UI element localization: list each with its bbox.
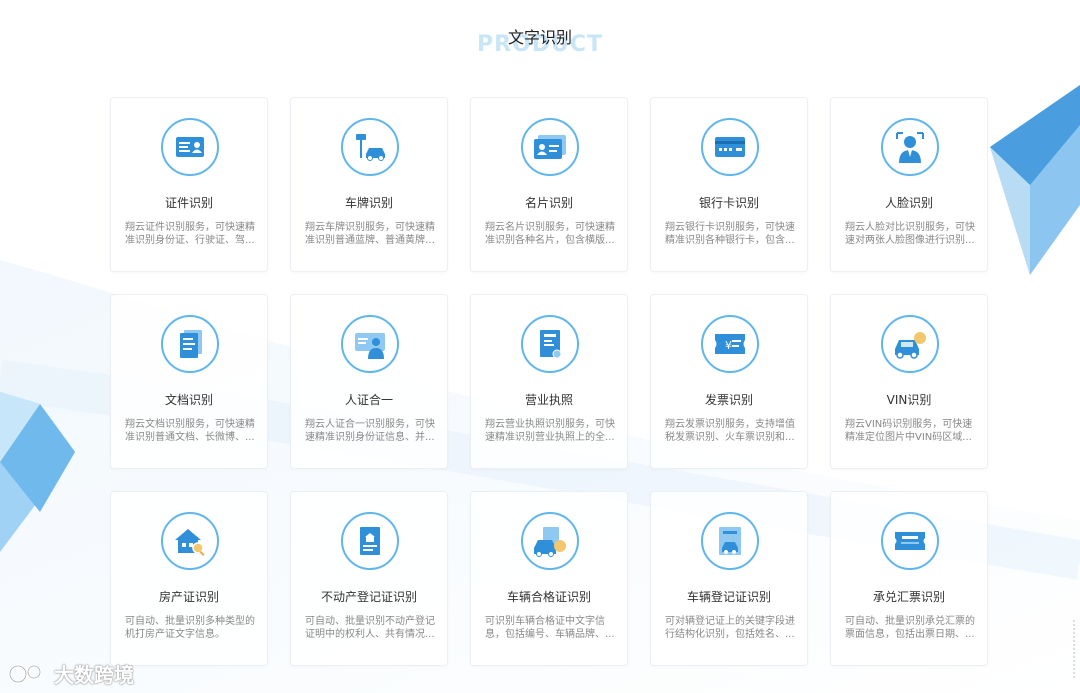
card-title: 房产证识别 (158, 590, 219, 604)
card-description: 可识别车辆合格证中文字信息，包括编号、车辆品牌、... (485, 616, 615, 640)
watermark: 大数跨境 (8, 659, 134, 688)
card-title: 承兑汇票识别 (872, 590, 945, 604)
invoice-icon: ¥ (701, 315, 759, 373)
product-grid: 证件识别 翔云证件识别服务，可快速精准识别身份证、行驶证、驾... 车牌识别 翔… (110, 97, 990, 666)
card-description: 可自动、批量识别承兑汇票的票面信息，包括出票日期、... (845, 616, 975, 640)
product-card-business-license[interactable]: 营业执照 翔云营业执照识别服务，可快速精准识别营业执照上的全... (470, 294, 628, 469)
card-description: 可自动、批量识别多种类型的机打房产证文字信息。 (125, 616, 255, 640)
card-title: VIN识别 (886, 393, 932, 407)
card-title: 发票识别 (704, 393, 753, 407)
card-description: 翔云营业执照识别服务，可快速精准识别营业执照上的全... (485, 419, 615, 443)
product-card-house-certificate[interactable]: 房产证识别 可自动、批量识别多种类型的机打房产证文字信息。 (110, 491, 268, 666)
card-title: 名片识别 (524, 196, 573, 210)
card-description: 可自动、批量识别不动产登记证明中的权利人、共有情况... (305, 616, 435, 640)
card-title: 车辆合格证识别 (506, 590, 591, 604)
card-description: 翔云文档识别服务，可快速精准识别普通文档、长微博、... (125, 419, 255, 443)
acceptance-bill-icon (881, 512, 939, 570)
watermark-logo-icon (8, 664, 42, 683)
section-title: 文字识别 (507, 28, 572, 47)
face-scan-icon (881, 118, 939, 176)
card-title: 人脸识别 (884, 196, 933, 210)
product-card-vehicle-certificate[interactable]: 车辆合格证识别 可识别车辆合格证中文字信息，包括编号、车辆品牌、... (470, 491, 628, 666)
product-card-document[interactable]: 文档识别 翔云文档识别服务，可快速精准识别普通文档、长微博、... (110, 294, 268, 469)
card-title: 车辆登记证识别 (686, 590, 771, 604)
product-card-business-card[interactable]: 名片识别 翔云名片识别服务，可快速精准识别各种名片，包含横版... (470, 97, 628, 272)
card-description: 翔云人证合一识别服务，可快速精准识别身份证信息、并... (305, 419, 435, 443)
product-card-property-certificate[interactable]: 不动产登记证识别 可自动、批量识别不动产登记证明中的权利人、共有情况... (290, 491, 448, 666)
card-description: 翔云名片识别服务，可快速精准识别各种名片，包含横版... (485, 222, 615, 246)
card-title: 车牌识别 (344, 196, 393, 210)
svg-text:¥: ¥ (725, 339, 732, 352)
house-search-icon (161, 512, 219, 570)
card-description: 可对辆登记证上的关键字段进行结构化识别，包括姓名、... (665, 616, 795, 640)
property-certificate-icon (341, 512, 399, 570)
product-card-license-plate[interactable]: 车牌识别 翔云车牌识别服务，可快速精准识别普通蓝牌、普通黄牌(... (290, 97, 448, 272)
card-description: 翔云人脸对比识别服务，可快速对两张人脸图像进行识别... (845, 222, 975, 246)
card-title: 文档识别 (164, 393, 213, 407)
vehicle-registration-icon (701, 512, 759, 570)
document-icon (161, 315, 219, 373)
card-description: 翔云VIN码识别服务，可快速精准定位图片中VIN码区域... (845, 419, 973, 443)
product-card-invoice[interactable]: ¥ 发票识别 翔云发票识别服务，支持增值税发票识别、火车票识别和... (650, 294, 808, 469)
vehicle-certificate-icon (521, 512, 579, 570)
card-description: 翔云银行卡识别服务，可快速精准识别各种银行卡，包含... (665, 222, 795, 246)
card-title: 银行卡识别 (698, 196, 759, 210)
bank-card-icon (701, 118, 759, 176)
product-card-id-card[interactable]: 证件识别 翔云证件识别服务，可快速精准识别身份证、行驶证、驾... (110, 97, 268, 272)
card-title: 人证合一 (344, 393, 393, 407)
card-title: 证件识别 (164, 196, 213, 210)
card-title: 不动产登记证识别 (320, 590, 417, 604)
card-description: 翔云发票识别服务，支持增值税发票识别、火车票识别和... (665, 419, 795, 443)
section-header: PRODUCT 文字识别 (0, 20, 1080, 70)
cube-decoration-right (990, 85, 1080, 275)
id-card-icon (161, 118, 219, 176)
product-card-acceptance-bill[interactable]: 承兑汇票识别 可自动、批量识别承兑汇票的票面信息，包括出票日期、... (830, 491, 988, 666)
person-id-icon (341, 315, 399, 373)
product-card-vehicle-registration[interactable]: 车辆登记证识别 可对辆登记证上的关键字段进行结构化识别，包括姓名、... (650, 491, 808, 666)
card-description: 翔云车牌识别服务，可快速精准识别普通蓝牌、普通黄牌(... (305, 222, 435, 246)
product-card-vin[interactable]: VIN识别 翔云VIN码识别服务，可快速精准定位图片中VIN码区域... (830, 294, 988, 469)
business-card-icon (521, 118, 579, 176)
cube-decoration-left (0, 392, 75, 552)
vin-car-icon (881, 315, 939, 373)
business-license-icon (521, 315, 579, 373)
product-card-face[interactable]: 人脸识别 翔云人脸对比识别服务，可快速对两张人脸图像进行识别... (830, 97, 988, 272)
card-description: 翔云证件识别服务，可快速精准识别身份证、行驶证、驾... (125, 222, 255, 246)
card-title: 营业执照 (524, 393, 573, 407)
product-card-bank-card[interactable]: 银行卡识别 翔云银行卡识别服务，可快速精准识别各种银行卡，包含... (650, 97, 808, 272)
license-plate-camera-icon (341, 118, 399, 176)
watermark-text: 大数跨境 (54, 663, 134, 687)
product-card-person-id[interactable]: 人证合一 翔云人证合一识别服务，可快速精准识别身份证信息、并... (290, 294, 448, 469)
cube-decoration-bottom-right (1073, 620, 1075, 680)
